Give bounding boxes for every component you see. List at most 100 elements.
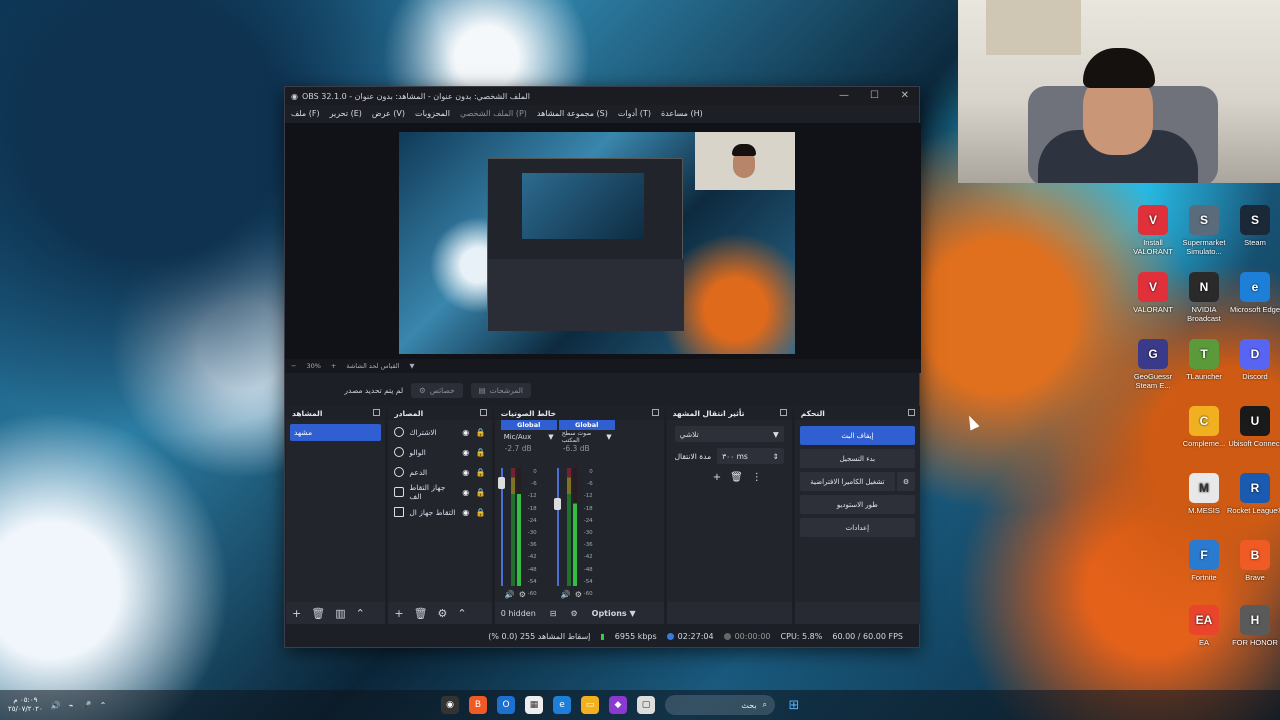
outlook-taskbar-icon[interactable]: O: [497, 696, 515, 714]
mic-icon[interactable]: 🎤: [82, 701, 92, 710]
brave-taskbar-icon[interactable]: B: [469, 696, 487, 714]
menu-edit[interactable]: تحرير (E): [330, 109, 362, 118]
maximize-icon[interactable]: ☐: [870, 90, 879, 101]
eye-icon[interactable]: ◉: [461, 428, 471, 437]
filter-icon[interactable]: ▥: [335, 607, 345, 620]
filters-button[interactable]: ▤ المرشحات: [470, 382, 531, 398]
trash-icon[interactable]: 🗑: [414, 607, 428, 620]
mixer-settings-icon[interactable]: ⚙: [570, 609, 577, 618]
volume-fader-knob[interactable]: [498, 477, 506, 490]
transition-select[interactable]: تلاشي ▼: [674, 426, 784, 442]
channel-name-select[interactable]: Mic/Aux ▼: [501, 430, 557, 444]
move-up-icon[interactable]: ⌃: [457, 607, 466, 620]
desktop-icon[interactable]: H FOR HONOR: [1226, 605, 1280, 647]
obs-taskbar-icon[interactable]: ◉: [441, 696, 459, 714]
desktop-icon[interactable]: M M.MESIS: [1175, 473, 1233, 515]
lock-icon[interactable]: 🔒: [476, 428, 486, 437]
undock-icon[interactable]: [651, 409, 659, 416]
menu-view[interactable]: عرض (V): [372, 109, 405, 118]
desktop-icon[interactable]: V VALORANT: [1124, 272, 1182, 314]
channel-settings-icon[interactable]: ⚙: [519, 590, 526, 599]
explorer-taskbar-icon[interactable]: ▭: [581, 696, 599, 714]
volume-icon[interactable]: 🔊: [51, 701, 61, 710]
windows-start-icon[interactable]: ⊞: [785, 696, 803, 714]
clock[interactable]: ٠٥:٠٩ م ٢٥/٠٧/٢٠٢٠: [8, 696, 43, 714]
tray-chevron-icon[interactable]: ⌃: [100, 701, 107, 710]
lock-icon[interactable]: 🔒: [476, 488, 486, 497]
undock-icon[interactable]: [373, 409, 381, 416]
preview-area[interactable]: [285, 123, 921, 359]
eye-icon[interactable]: ◉: [461, 448, 471, 457]
desktop-icon[interactable]: S Supermarket Simulato...: [1175, 205, 1233, 256]
desktop-icon[interactable]: U Ubisoft Connect: [1226, 406, 1280, 448]
edge-taskbar-icon[interactable]: e: [553, 696, 571, 714]
desktop-icon[interactable]: T TLauncher: [1175, 339, 1233, 381]
speaker-icon[interactable]: 🔊: [561, 590, 571, 599]
desktop-icon[interactable]: EA EA: [1175, 605, 1233, 647]
menu-file[interactable]: ملف (F): [291, 109, 320, 118]
stop-streaming-button[interactable]: إيقاف البث: [799, 426, 915, 445]
spin-icon[interactable]: ⇕: [772, 452, 778, 461]
desktop-icon[interactable]: N NVIDIA Broadcast: [1175, 272, 1233, 323]
desktop-icon[interactable]: R Rocket League®: [1226, 473, 1280, 515]
menu-docks[interactable]: المحزوبات: [415, 109, 450, 118]
app-taskbar-icon[interactable]: ◆: [609, 696, 627, 714]
preview-canvas[interactable]: [399, 132, 795, 354]
lock-icon[interactable]: 🔒: [476, 508, 486, 517]
desktop-icon[interactable]: V Install VALORANT: [1124, 205, 1182, 256]
undock-icon[interactable]: [479, 409, 487, 416]
properties-button[interactable]: ⚙ خصائص: [411, 382, 463, 398]
undock-icon[interactable]: [907, 409, 915, 416]
speaker-icon[interactable]: 🔊: [505, 590, 515, 599]
network-icon[interactable]: ⌁: [69, 701, 74, 710]
start-recording-button[interactable]: بدء التسجيل: [799, 449, 915, 468]
source-item[interactable]: جهاز التقاط الف ◉ 🔒: [388, 482, 491, 502]
desktop-icon[interactable]: B Brave: [1226, 540, 1280, 582]
menu-help[interactable]: مساعدة (H): [661, 109, 703, 118]
trash-icon[interactable]: 🗑: [730, 472, 743, 483]
desktop-icon[interactable]: S Steam: [1226, 205, 1280, 247]
desktop-icon[interactable]: e Microsoft Edge: [1226, 272, 1280, 314]
duration-input[interactable]: ٣٠٠ ms ⇕: [717, 448, 784, 464]
source-item[interactable]: الدعم ◉ 🔒: [388, 462, 491, 482]
start-virtual-camera-button[interactable]: تشغيل الكاميرا الافتراضية: [799, 472, 895, 491]
source-item[interactable]: الاشتراك ◉ 🔒: [388, 422, 491, 442]
settings-button[interactable]: إعدادات: [799, 518, 915, 537]
source-item[interactable]: الوالو ◉ 🔒: [388, 442, 491, 462]
taskbar-search[interactable]: بحث ⌕: [665, 695, 775, 715]
volume-fader-track[interactable]: [556, 468, 559, 586]
menu-tools[interactable]: أدوات (T): [618, 109, 651, 118]
desktop-icon[interactable]: F Fortnite: [1175, 540, 1233, 582]
gear-icon[interactable]: ⚙: [438, 607, 448, 620]
add-icon[interactable]: +: [713, 472, 721, 483]
channel-settings-icon[interactable]: ⚙: [575, 590, 582, 599]
eye-icon[interactable]: ◉: [461, 508, 471, 517]
close-icon[interactable]: ✕: [901, 90, 909, 101]
zoom-in-icon[interactable]: +: [331, 362, 336, 370]
volume-fader-knob[interactable]: [554, 497, 562, 510]
virtual-camera-settings-icon[interactable]: ⚙: [896, 472, 915, 491]
hidden-count[interactable]: 0 hidden: [501, 609, 536, 618]
zoom-out-icon[interactable]: −: [291, 362, 296, 370]
menu-profile[interactable]: الملف الشخصي (P): [460, 109, 527, 118]
zoom-dropdown-icon[interactable]: ▼: [410, 362, 415, 370]
desktop-icon[interactable]: G GeoGuessr Steam E...: [1124, 339, 1182, 390]
trash-icon[interactable]: 🗑: [311, 607, 325, 620]
eye-icon[interactable]: ◉: [461, 488, 471, 497]
minimize-icon[interactable]: —: [839, 90, 849, 101]
source-item[interactable]: التقاط جهاز ال ◉ 🔒: [388, 502, 491, 522]
zoom-fit-label[interactable]: القياس لحد الشاشة: [346, 362, 399, 370]
mixer-layout-icon[interactable]: ⊟: [550, 609, 557, 618]
lock-icon[interactable]: 🔒: [476, 448, 486, 457]
channel-name-select[interactable]: صوت سطح المكتب ▼: [559, 430, 615, 444]
desktop-icon[interactable]: C Compleme...: [1175, 406, 1233, 448]
menu-scene-collection[interactable]: مجموعة المشاهد (S): [537, 109, 608, 118]
eye-icon[interactable]: ◉: [461, 468, 471, 477]
lock-icon[interactable]: 🔒: [476, 468, 486, 477]
desktop-icon[interactable]: D Discord: [1226, 339, 1280, 381]
options-button[interactable]: Options ▼: [592, 609, 636, 618]
add-icon[interactable]: +: [394, 607, 403, 620]
store-taskbar-icon[interactable]: ▦: [525, 696, 543, 714]
move-up-icon[interactable]: ⌃: [356, 607, 365, 620]
undock-icon[interactable]: [779, 409, 787, 416]
